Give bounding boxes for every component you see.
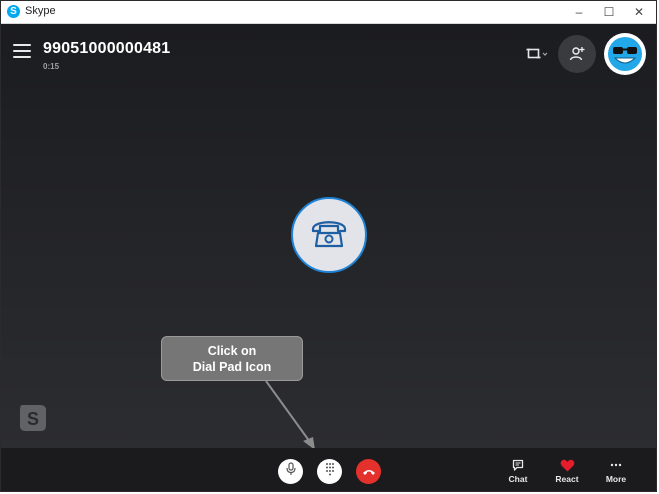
chat-icon (498, 458, 538, 472)
more-button[interactable]: More (596, 458, 636, 484)
skype-logo-icon: S (17, 402, 49, 434)
maximize-button[interactable]: ☐ (594, 1, 624, 23)
end-call-icon (362, 463, 376, 481)
tooltip-line-2: Dial Pad Icon (192, 359, 272, 374)
add-person-icon[interactable] (558, 35, 596, 73)
more-label: More (605, 474, 627, 484)
caller-number: 99051000000481 (43, 40, 171, 57)
microphone-icon (285, 462, 297, 481)
chat-button[interactable]: Chat (498, 458, 538, 484)
menu-icon[interactable] (13, 44, 31, 58)
dialpad-icon (324, 462, 336, 481)
microphone-button[interactable] (278, 459, 303, 484)
heart-icon (547, 458, 587, 472)
phone-icon (309, 217, 349, 254)
close-button[interactable]: ✕ (624, 1, 654, 23)
window-title: Skype (25, 5, 56, 17)
chat-label: Chat (508, 474, 528, 484)
layout-icon[interactable] (523, 41, 553, 67)
react-button[interactable]: React (547, 458, 587, 484)
react-label: React (555, 474, 579, 484)
call-status-circle (291, 197, 367, 273)
call-area: 99051000000481 0:15 S (1, 24, 656, 448)
end-call-button[interactable] (356, 459, 381, 484)
more-icon (596, 458, 636, 472)
call-controls-bar: Chat React More (1, 448, 656, 491)
skype-window: S Skype – ☐ ✕ 99051000000481 0:15 S Clic… (0, 0, 657, 492)
title-bar: S Skype – ☐ ✕ (1, 1, 656, 24)
tooltip-line-1: Click on (207, 343, 257, 358)
avatar-icon[interactable] (604, 33, 646, 75)
skype-app-icon: S (7, 5, 20, 18)
dialpad-button[interactable] (317, 459, 342, 484)
minimize-button[interactable]: – (564, 1, 594, 23)
svg-text:S: S (27, 409, 39, 429)
call-duration: 0:15 (43, 62, 60, 71)
instruction-tooltip: Click on Dial Pad Icon (161, 336, 303, 381)
